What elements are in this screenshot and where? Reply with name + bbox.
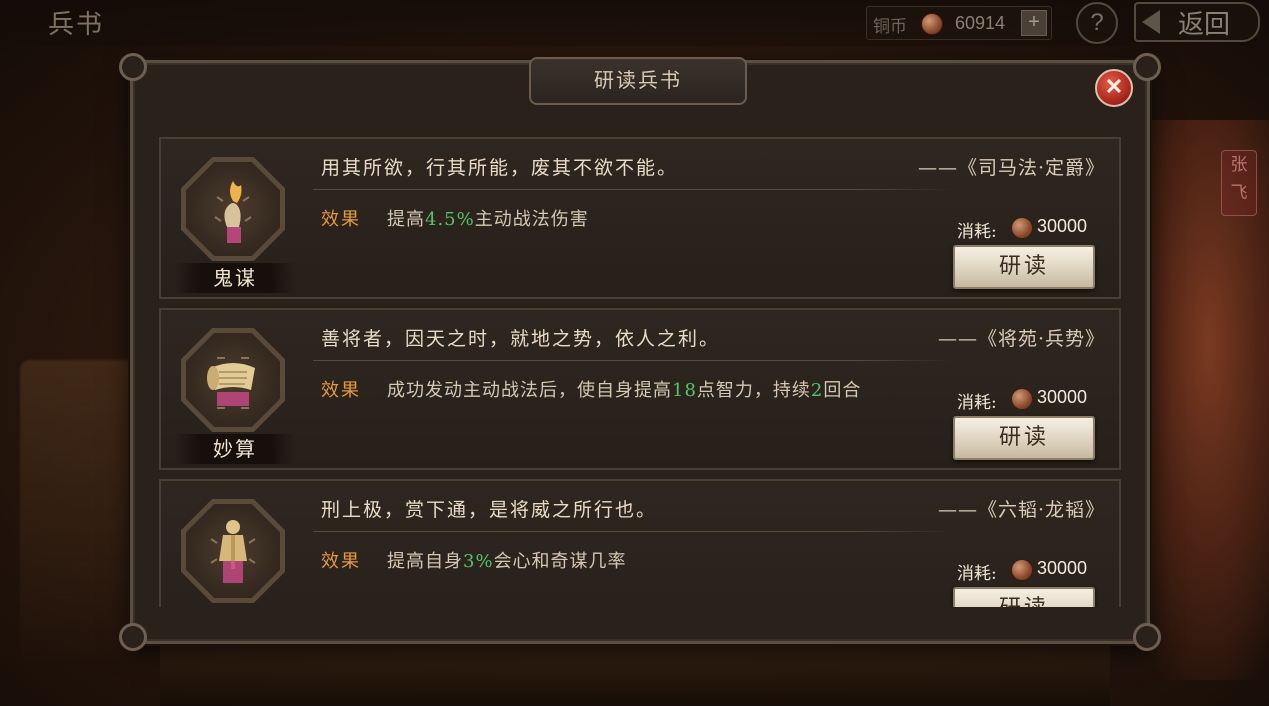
cost-amount: 30000 [1037,387,1088,407]
cost-label: 消耗: [957,564,997,584]
corner-ornament-icon [1133,53,1161,81]
add-currency-button[interactable]: + [1021,10,1047,36]
book-icon-frame [181,328,289,436]
book-quote: 善将者，因天之时，就地之势，依人之利。 [321,328,721,350]
back-label: 返回 [1178,10,1231,40]
book-card: 妙算 善将者，因天之时，就地之势，依人之利。 ——《将苑·兵势》 效果 成功发动… [159,308,1121,470]
back-arrow-icon [1142,10,1160,34]
background-name-banner: 张 飞 [1221,150,1257,216]
book-quote: 刑上极，赏下通，是将威之所行也。 [321,499,658,521]
corner-ornament-icon [119,623,147,651]
book-name: 妙算 [175,434,295,464]
currency-amount: 60914 [955,13,1006,33]
book-icon-frame [181,499,289,607]
cost: 消耗: 30000 [957,215,1107,242]
divider [313,189,953,190]
cost-amount: 30000 [1037,558,1088,578]
cost-label: 消耗: [957,393,997,413]
warrior-statue-icon [210,520,256,583]
book-quote: 用其所欲，行其所能，废其不欲不能。 [321,157,679,179]
background-brush-pot [20,360,140,660]
divider [313,531,953,532]
copper-coin-icon [1011,559,1033,581]
book-icon-frame [181,157,289,265]
background-table [160,636,1110,706]
copper-coin-icon [1011,388,1033,410]
copper-coin-icon [1011,217,1033,239]
effect-text: 提高4.5%主动战法伤害 [387,209,589,230]
dialog-title: 研读兵书 [529,57,747,105]
banner-char-1: 张 [1230,155,1248,175]
banner-char-2: 飞 [1230,183,1248,203]
copper-coin-icon [921,13,943,35]
study-button[interactable]: 研读 [953,245,1095,289]
help-button[interactable]: ? [1076,2,1118,44]
cost: 消耗: 30000 [957,386,1107,413]
page-title: 兵书 [48,10,105,40]
effect-label: 效果 [321,551,361,572]
currency-label: 铜币 [873,17,907,37]
study-button[interactable]: 研读 [953,416,1095,460]
book-name: 鬼谋 [175,263,295,293]
effect-label: 效果 [321,209,361,230]
book-card: 刑上极，赏下通，是将威之所行也。 ——《六韬·龙韬》 效果 提高自身3%会心和奇… [159,479,1121,607]
book-source: ——《司马法·定爵》 [917,157,1105,179]
book-card: 鬼谋 用其所欲，行其所能，废其不欲不能。 ——《司马法·定爵》 效果 提高4.5… [159,137,1121,299]
book-source: ——《将苑·兵势》 [937,328,1105,350]
cost: 消耗: 30000 [957,557,1107,584]
close-button[interactable]: ✕ [1095,69,1133,107]
divider [313,360,953,361]
corner-ornament-icon [119,53,147,81]
copper-currency: 铜币 60914 + [866,6,1052,40]
effect-text: 成功发动主动战法后，使自身提高18点智力，持续2回合 [387,380,862,401]
scroll-icon [207,357,255,409]
back-button[interactable]: 返回 [1134,2,1260,42]
cost-label: 消耗: [957,222,997,242]
corner-ornament-icon [1133,623,1161,651]
top-bar: 兵书 铜币 60914 + ? 返回 [0,0,1269,46]
study-button[interactable]: 研读 [953,587,1095,607]
book-source: ——《六韬·龙韬》 [937,499,1105,521]
study-book-dialog: 研读兵书 ✕ 鬼谋 用其所欲，行其所能，废其不欲不能。 ——《司马法·定爵》 效… [119,53,1161,651]
cost-amount: 30000 [1037,216,1088,236]
effect-label: 效果 [321,380,361,401]
flame-hand-icon [214,181,252,243]
effect-text: 提高自身3%会心和奇谋几率 [387,551,627,572]
book-list[interactable]: 鬼谋 用其所欲，行其所能，废其不欲不能。 ——《司马法·定爵》 效果 提高4.5… [159,137,1123,607]
